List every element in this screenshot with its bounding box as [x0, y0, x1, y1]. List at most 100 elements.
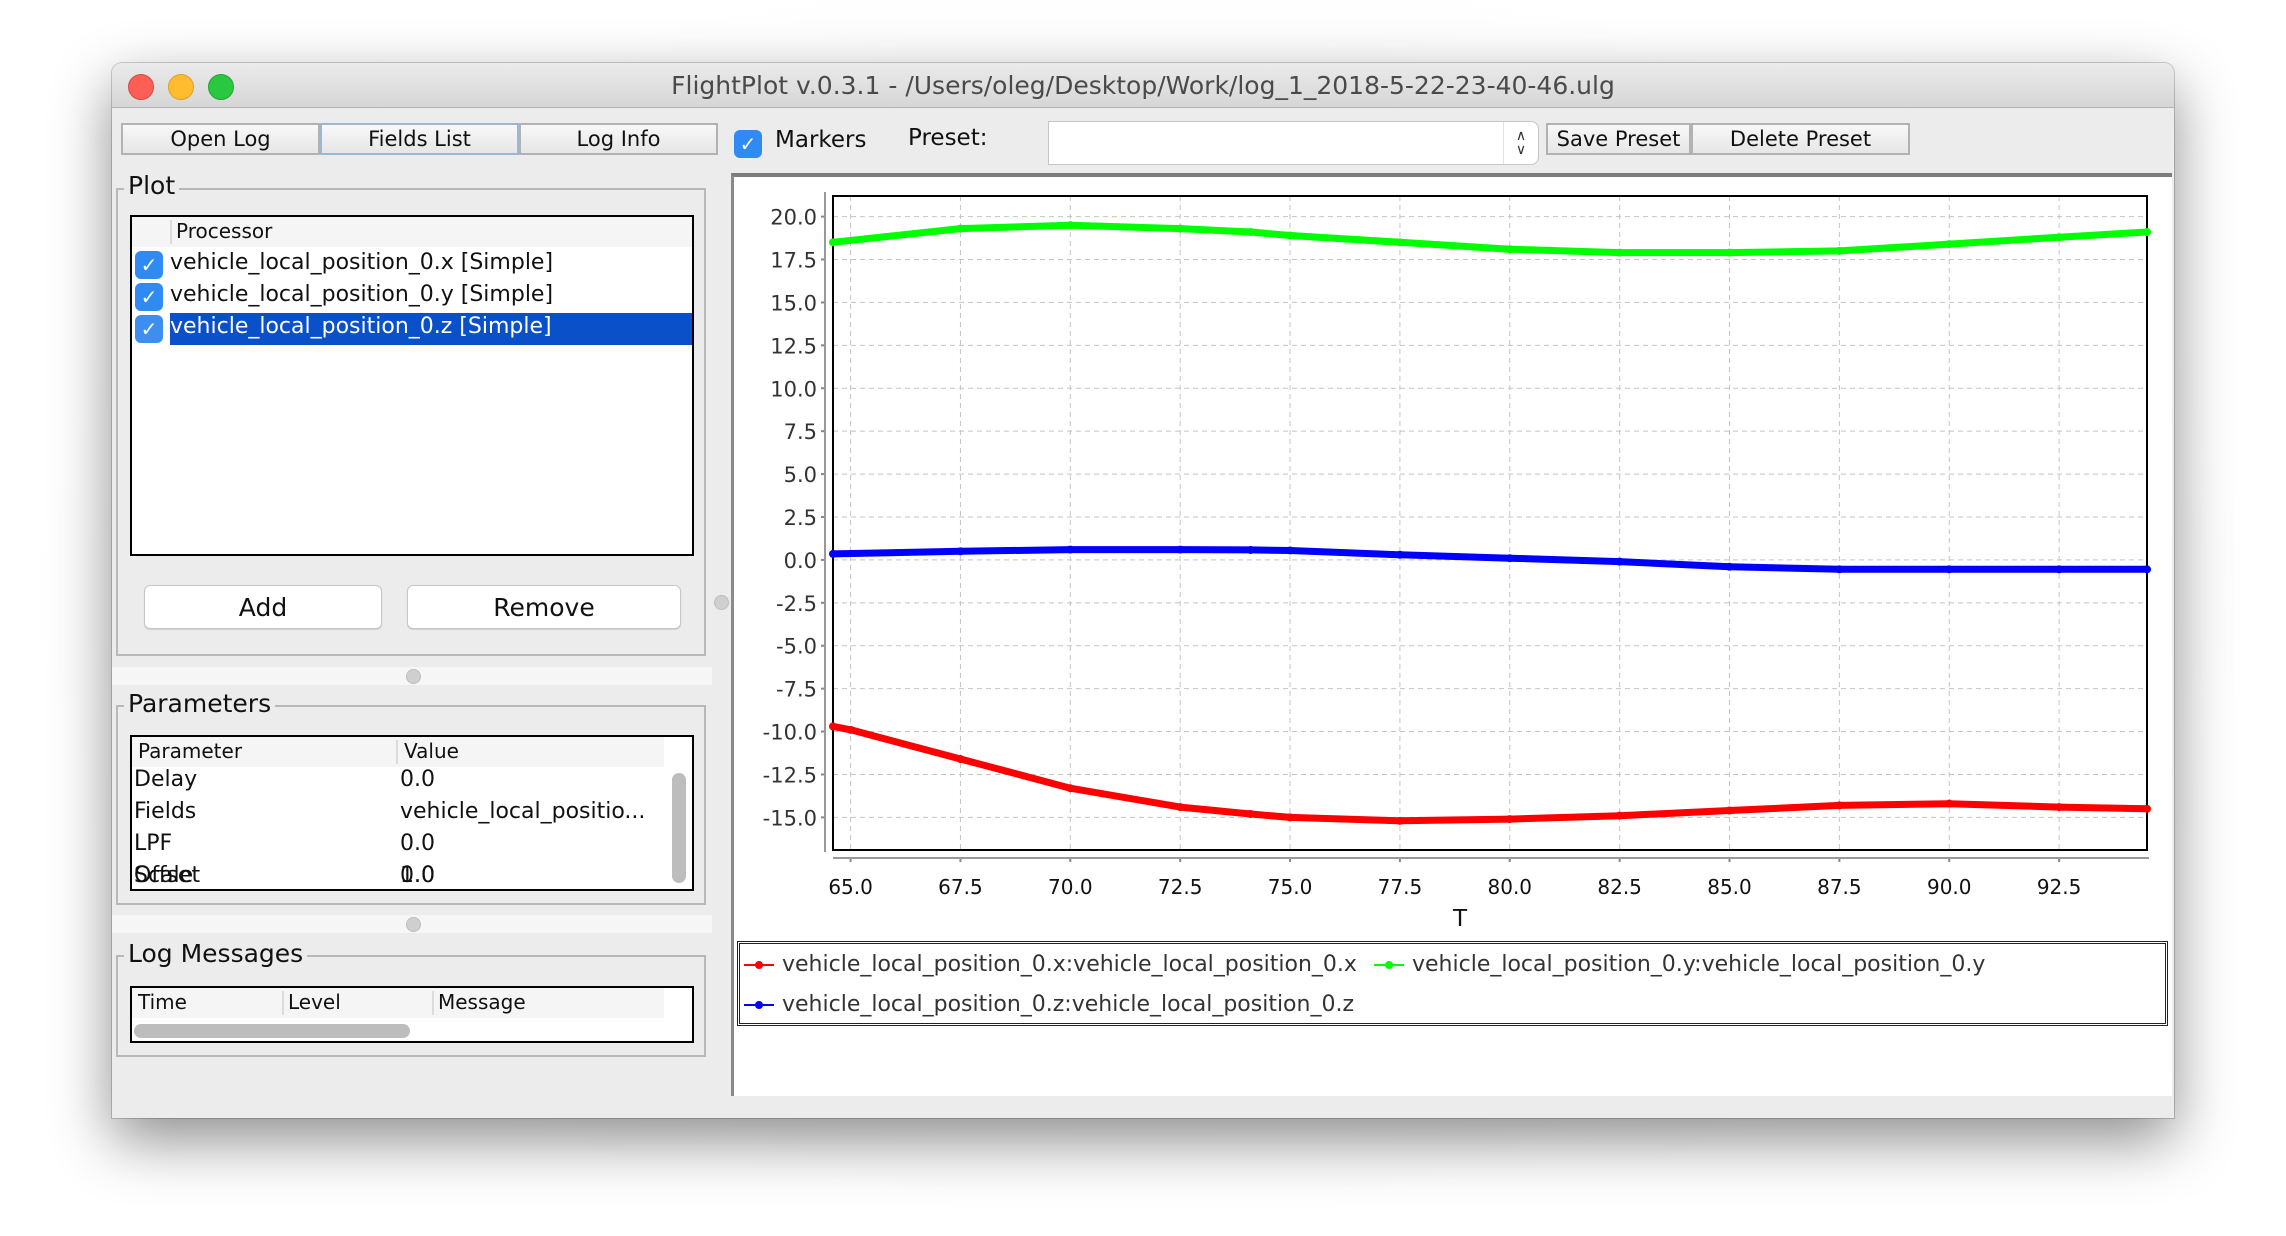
log-messages-table[interactable]: Time Level Message — [130, 986, 694, 1043]
y-tick-label: -5.0 — [776, 635, 817, 659]
data-point — [846, 725, 855, 734]
y-tick-label: -15.0 — [763, 806, 817, 830]
processor-label: vehicle_local_position_0.x [Simple] — [170, 250, 554, 275]
data-point — [1176, 803, 1185, 812]
combo-arrows[interactable]: ∧ ∨ — [1503, 122, 1538, 164]
data-point — [956, 755, 965, 764]
add-button[interactable]: Add — [144, 585, 382, 629]
log-table-header: Time Level Message — [132, 988, 664, 1018]
data-point — [1286, 813, 1295, 822]
column-header-value[interactable]: Value — [404, 739, 459, 763]
processor-table[interactable]: Processor ✓ vehicle_local_position_0.x [… — [130, 215, 694, 556]
legend-item-y[interactable]: vehicle_local_position_0.y:vehicle_local… — [1374, 952, 1985, 977]
legend-marker-y — [1374, 959, 1404, 971]
data-point — [1615, 811, 1624, 820]
markers-label: Markers — [775, 127, 867, 153]
markers-checkbox[interactable]: ✓ — [734, 130, 762, 158]
parameter-name: LPF — [134, 831, 173, 856]
processor-enabled-checkbox[interactable]: ✓ — [135, 283, 163, 311]
save-preset-button[interactable]: Save Preset — [1546, 123, 1691, 155]
chart-legend: vehicle_local_position_0.x:vehicle_local… — [737, 941, 2168, 1026]
y-tick-label: 0.0 — [784, 549, 817, 573]
app-window: FlightPlot v.0.3.1 - /Users/oleg/Desktop… — [112, 63, 2174, 1118]
header-separator — [432, 991, 434, 1015]
x-tick-label: 80.0 — [1488, 875, 1533, 899]
parameter-row[interactable]: Delay 0.0 — [132, 767, 662, 799]
column-header-parameter[interactable]: Parameter — [138, 739, 242, 763]
column-header-message[interactable]: Message — [438, 990, 526, 1014]
column-header-level[interactable]: Level — [288, 990, 341, 1014]
header-separator — [396, 740, 398, 764]
open-log-button[interactable]: Open Log — [121, 123, 320, 155]
parameters-scrollbar[interactable] — [672, 773, 686, 883]
log-info-button[interactable]: Log Info — [519, 123, 718, 155]
data-point — [1945, 565, 1954, 574]
data-point — [1246, 228, 1255, 237]
data-point — [1286, 231, 1295, 240]
legend-label-y: vehicle_local_position_0.y:vehicle_local… — [1412, 952, 1986, 977]
column-header-processor[interactable]: Processor — [176, 219, 272, 243]
check-icon: ✓ — [739, 132, 757, 156]
splitter-handle-icon[interactable] — [406, 669, 421, 684]
delete-preset-button[interactable]: Delete Preset — [1691, 123, 1910, 155]
title-bar[interactable]: FlightPlot v.0.3.1 - /Users/oleg/Desktop… — [112, 63, 2174, 108]
processor-row[interactable]: ✓ vehicle_local_position_0.z [Simple] — [132, 313, 692, 345]
legend-label-x: vehicle_local_position_0.x:vehicle_local… — [782, 952, 1357, 977]
data-point — [1395, 550, 1404, 559]
header-separator — [170, 220, 172, 244]
data-point — [1725, 806, 1734, 815]
data-point — [1615, 557, 1624, 566]
plot-area — [833, 196, 2147, 850]
parameter-value[interactable]: 0.0 — [400, 831, 435, 856]
processor-enabled-checkbox[interactable]: ✓ — [135, 315, 163, 343]
processor-row[interactable]: ✓ vehicle_local_position_0.y [Simple] — [132, 281, 692, 313]
data-point — [1725, 562, 1734, 571]
parameter-value[interactable]: 1.0 — [400, 863, 435, 888]
y-tick-label: 20.0 — [770, 206, 817, 230]
x-tick-label: 85.0 — [1707, 875, 1752, 899]
log-horizontal-scrollbar[interactable] — [134, 1024, 410, 1038]
y-tick-label: -7.5 — [776, 678, 817, 702]
plot-group-title: Plot — [124, 171, 180, 200]
processor-label: vehicle_local_position_0.y [Simple] — [170, 282, 554, 307]
data-point — [956, 224, 965, 233]
data-point — [1286, 546, 1295, 555]
processor-enabled-checkbox[interactable]: ✓ — [135, 251, 163, 279]
fields-list-button[interactable]: Fields List — [320, 123, 519, 155]
x-tick-label: 75.0 — [1268, 875, 1313, 899]
y-tick-label: 12.5 — [770, 334, 817, 358]
data-point — [829, 549, 837, 558]
remove-button[interactable]: Remove — [407, 585, 681, 629]
parameter-row[interactable]: LPF 0.0 — [132, 831, 662, 863]
parameter-value[interactable]: 0.0 — [400, 767, 435, 792]
parameter-value[interactable]: vehicle_local_positio... — [400, 799, 645, 824]
data-point — [1835, 565, 1844, 574]
splitter-handle-icon[interactable] — [406, 917, 421, 932]
parameter-name: Fields — [134, 799, 197, 824]
preset-combobox[interactable]: ∧ ∨ — [1048, 121, 1539, 165]
legend-item-x[interactable]: vehicle_local_position_0.x:vehicle_local… — [744, 952, 1357, 977]
data-point — [1505, 554, 1514, 563]
parameter-row[interactable]: Fields vehicle_local_positio... — [132, 799, 662, 831]
legend-item-z[interactable]: vehicle_local_position_0.z:vehicle_local… — [744, 992, 1354, 1017]
column-header-time[interactable]: Time — [138, 990, 187, 1014]
data-point — [2143, 565, 2151, 574]
x-tick-label: 65.0 — [828, 875, 873, 899]
data-point — [1835, 801, 1844, 810]
main-splitter-handle-icon[interactable] — [714, 595, 729, 610]
legend-label-z: vehicle_local_position_0.z:vehicle_local… — [782, 992, 1354, 1017]
data-point — [1246, 809, 1255, 818]
data-point — [2055, 565, 2064, 574]
header-separator — [282, 991, 284, 1015]
data-point — [2143, 804, 2151, 813]
data-point — [1725, 248, 1734, 257]
data-point — [1945, 799, 1954, 808]
parameter-name: Scale — [134, 863, 194, 888]
processor-row[interactable]: ✓ vehicle_local_position_0.x [Simple] — [132, 249, 692, 281]
legend-marker-x — [744, 959, 774, 971]
x-tick-label: 67.5 — [938, 875, 983, 899]
parameter-row[interactable]: Scale 1.0 — [132, 863, 662, 895]
data-point — [956, 547, 965, 556]
data-point — [1066, 545, 1075, 554]
data-point — [1246, 545, 1255, 554]
